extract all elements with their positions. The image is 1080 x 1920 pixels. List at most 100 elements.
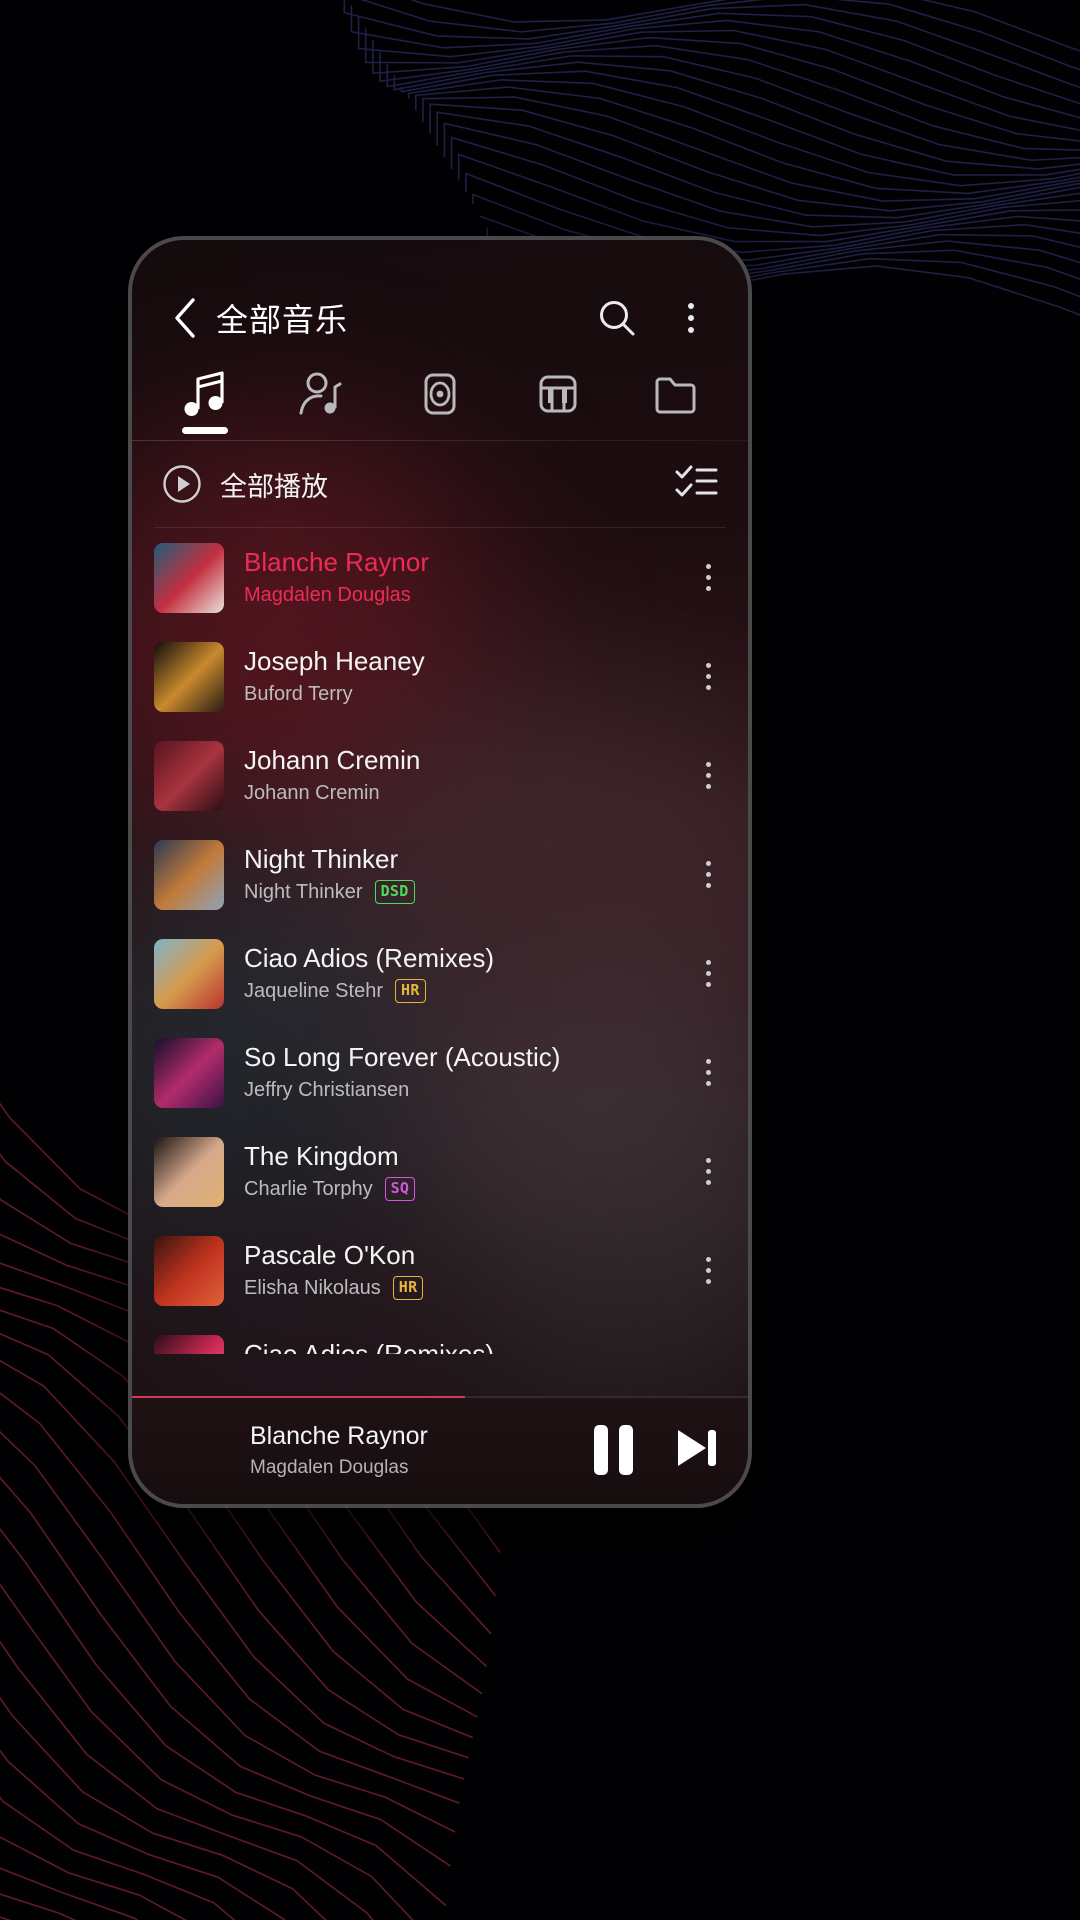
song-list-item[interactable]: Pascale O'Kon Elisha Nikolaus HR xyxy=(132,1221,748,1320)
song-artwork xyxy=(154,839,224,910)
album-disc-icon xyxy=(424,373,456,415)
song-subtitle-row: Elisha Nikolaus HR xyxy=(244,1276,682,1301)
play-all-button[interactable]: 全部播放 xyxy=(162,464,328,504)
song-list-item[interactable]: Blanche Raynor Magdalen Douglas xyxy=(132,528,748,627)
song-artwork xyxy=(154,1136,224,1207)
top-bar-actions xyxy=(594,295,720,341)
active-tab-indicator xyxy=(181,427,228,434)
kebab-menu-icon xyxy=(705,762,711,789)
kebab-menu-icon xyxy=(688,303,694,333)
song-metadata: Pascale O'Kon Elisha Nikolaus HR xyxy=(244,1241,682,1301)
back-button[interactable] xyxy=(160,293,210,343)
song-metadata: Blanche Raynor Magdalen Douglas xyxy=(244,548,682,607)
tab-songs[interactable] xyxy=(146,356,264,434)
song-metadata: The Kingdom Charlie Torphy SQ xyxy=(244,1142,682,1202)
song-artist: Buford Terry xyxy=(244,682,353,705)
song-list[interactable]: Blanche Raynor Magdalen Douglas Joseph Hea… xyxy=(132,528,748,1354)
song-title: Ciao Adios (Remixes) xyxy=(244,1340,682,1354)
song-title: Ciao Adios (Remixes) xyxy=(244,943,494,973)
song-list-item[interactable]: Night Thinker Night Thinker DSD xyxy=(132,825,748,924)
song-subtitle-row: Magdalen Douglas xyxy=(244,584,682,607)
song-list-item[interactable]: So Long Forever (Acoustic) Jeffry Christi… xyxy=(132,1023,748,1122)
next-track-button[interactable] xyxy=(670,1422,722,1479)
kebab-menu-icon xyxy=(705,1257,711,1284)
now-playing-artist: Magdalen Douglas xyxy=(250,1456,409,1478)
kebab-menu-icon xyxy=(705,564,711,591)
song-list-item[interactable]: Joseph Heaney Buford Terry xyxy=(132,627,748,726)
song-overflow-button[interactable] xyxy=(682,642,734,712)
song-artwork xyxy=(154,1334,224,1354)
song-subtitle-row: Jeffry Christiansen xyxy=(244,1079,682,1102)
song-list-item[interactable]: The Kingdom Charlie Torphy SQ xyxy=(132,1122,748,1221)
play-circle-icon xyxy=(163,465,201,503)
search-button[interactable] xyxy=(594,295,640,341)
song-artist: Charlie Torphy xyxy=(244,1177,373,1200)
song-overflow-button[interactable] xyxy=(682,1137,734,1207)
song-list-item[interactable]: Ciao Adios (Remixes) Jaqueline Stehr HR xyxy=(132,924,748,1023)
folder-icon xyxy=(655,377,696,414)
song-overflow-button[interactable] xyxy=(682,1038,734,1108)
song-artwork xyxy=(154,542,224,613)
song-subtitle-row: Buford Terry xyxy=(244,683,682,706)
song-overflow-button[interactable] xyxy=(682,741,734,811)
song-list-item[interactable]: Johann Cremin Johann Cremin xyxy=(132,726,748,825)
song-overflow-button[interactable] xyxy=(682,1236,734,1306)
song-artwork xyxy=(154,641,224,712)
kebab-menu-icon xyxy=(705,960,711,987)
playback-controls xyxy=(590,1422,722,1479)
song-metadata: Johann Cremin Johann Cremin xyxy=(244,746,682,805)
play-all-row: 全部播放 xyxy=(132,441,748,527)
phone-screen: 全部音乐 全部播放 Blanche Raynor Magdalen Dougla… xyxy=(132,240,748,1504)
song-artist: Magdalen Douglas xyxy=(244,583,411,606)
tab-albums[interactable] xyxy=(381,356,499,432)
quality-badge: HR xyxy=(394,979,426,1004)
music-note-icon xyxy=(184,371,224,416)
playback-progress-bar[interactable] xyxy=(132,1396,748,1398)
song-artwork xyxy=(154,1037,224,1108)
song-artist: Jeffry Christiansen xyxy=(244,1078,410,1101)
song-artwork xyxy=(154,740,224,811)
song-title: Joseph Heaney xyxy=(244,647,425,677)
song-artwork xyxy=(154,1235,224,1306)
song-title: Pascale O'Kon xyxy=(244,1240,416,1270)
piano-icon xyxy=(539,375,577,413)
chevron-left-icon xyxy=(175,298,195,338)
multi-select-button[interactable] xyxy=(674,464,718,505)
song-title: Blanche Raynor xyxy=(244,548,429,578)
song-subtitle-row: Night Thinker DSD xyxy=(244,880,682,905)
song-metadata: Ciao Adios (Remixes)Willis Osinski xyxy=(244,1340,682,1354)
pause-button[interactable] xyxy=(590,1424,636,1476)
now-playing-artwork[interactable] xyxy=(154,1413,228,1487)
checklist-icon xyxy=(675,465,718,496)
quality-badge: DSD xyxy=(374,880,415,905)
library-tab-bar xyxy=(132,356,748,434)
song-artist: Johann Cremin xyxy=(244,781,380,804)
play-all-label: 全部播放 xyxy=(220,471,328,503)
tab-instruments[interactable] xyxy=(499,356,617,432)
overflow-menu-button[interactable] xyxy=(668,295,714,341)
artist-icon xyxy=(299,372,342,415)
song-subtitle-row: Jaqueline Stehr HR xyxy=(244,979,682,1004)
now-playing-title: Blanche Raynor xyxy=(250,1421,428,1450)
song-overflow-button[interactable] xyxy=(682,543,734,613)
tab-folders[interactable] xyxy=(616,356,734,432)
song-artist: Elisha Nikolaus xyxy=(244,1276,381,1299)
song-list-item[interactable]: Ciao Adios (Remixes)Willis Osinski xyxy=(132,1320,748,1354)
kebab-menu-icon xyxy=(705,663,711,690)
kebab-menu-icon xyxy=(705,1158,711,1185)
song-metadata: Night Thinker Night Thinker DSD xyxy=(244,845,682,905)
song-title: Night Thinker xyxy=(244,844,399,874)
next-track-icon xyxy=(678,1429,716,1466)
kebab-menu-icon xyxy=(705,1059,711,1086)
tab-artists[interactable] xyxy=(264,356,382,432)
song-overflow-button[interactable] xyxy=(682,1335,734,1355)
song-metadata: Ciao Adios (Remixes) Jaqueline Stehr HR xyxy=(244,944,682,1004)
search-icon xyxy=(600,301,635,336)
song-overflow-button[interactable] xyxy=(682,840,734,910)
phone-device-frame: 全部音乐 全部播放 Blanche Raynor Magdalen Dougla… xyxy=(128,236,752,1508)
song-artwork xyxy=(154,938,224,1009)
mini-player-bar[interactable]: Blanche Raynor Magdalen Douglas xyxy=(132,1396,748,1504)
song-metadata: So Long Forever (Acoustic) Jeffry Christi… xyxy=(244,1043,682,1102)
song-overflow-button[interactable] xyxy=(682,939,734,1009)
page-title: 全部音乐 xyxy=(216,301,349,339)
